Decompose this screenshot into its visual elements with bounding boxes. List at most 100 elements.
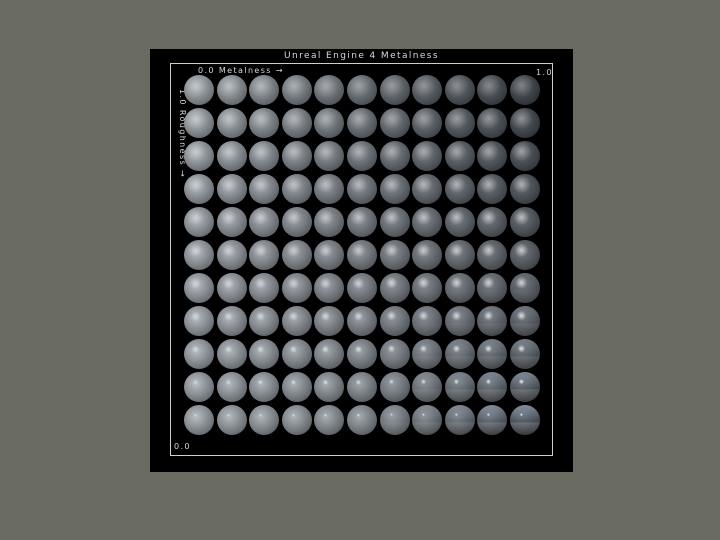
- material-sphere: [281, 372, 312, 402]
- material-sphere: [281, 306, 312, 336]
- material-sphere: [379, 108, 410, 138]
- material-sphere: [347, 339, 377, 369]
- material-sphere: [314, 405, 345, 435]
- material-sphere: [444, 339, 475, 369]
- material-sphere: [281, 174, 312, 204]
- material-sphere: [444, 405, 475, 435]
- material-sphere: [281, 207, 312, 237]
- material-sphere: [184, 405, 214, 435]
- material-sphere: [314, 174, 345, 204]
- material-grid-figure: Unreal Engine 4 Metalness 0.0 Metalness …: [150, 49, 573, 472]
- material-sphere: [444, 207, 475, 237]
- material-sphere: [379, 141, 410, 171]
- material-sphere: [347, 306, 377, 336]
- material-sphere: [412, 174, 443, 204]
- material-sphere: [347, 240, 377, 270]
- material-sphere: [510, 339, 540, 369]
- material-sphere: [249, 207, 280, 237]
- material-sphere: [510, 405, 540, 435]
- material-sphere: [379, 339, 410, 369]
- material-sphere: [216, 108, 247, 138]
- material-sphere: [347, 141, 377, 171]
- material-sphere: [216, 207, 247, 237]
- material-sphere: [477, 405, 508, 435]
- material-sphere: [379, 207, 410, 237]
- material-sphere: [314, 240, 345, 270]
- material-sphere: [216, 273, 247, 303]
- material-sphere: [444, 240, 475, 270]
- material-sphere: [249, 273, 280, 303]
- material-sphere: [184, 174, 214, 204]
- material-sphere: [379, 306, 410, 336]
- material-sphere: [444, 174, 475, 204]
- material-sphere: [510, 306, 540, 336]
- material-sphere: [249, 108, 280, 138]
- sphere-grid: [184, 75, 544, 441]
- material-sphere: [412, 108, 443, 138]
- material-sphere: [281, 273, 312, 303]
- material-sphere: [216, 174, 247, 204]
- material-sphere: [412, 207, 443, 237]
- material-sphere: [184, 240, 214, 270]
- material-sphere: [314, 75, 345, 105]
- material-sphere: [249, 174, 280, 204]
- material-sphere: [477, 75, 508, 105]
- material-sphere: [314, 141, 345, 171]
- material-sphere: [477, 306, 508, 336]
- material-sphere: [216, 306, 247, 336]
- material-sphere: [379, 273, 410, 303]
- material-sphere: [510, 273, 540, 303]
- material-sphere: [281, 75, 312, 105]
- material-sphere: [477, 174, 508, 204]
- material-sphere: [379, 372, 410, 402]
- material-sphere: [347, 174, 377, 204]
- roughness-axis-min: 0.0: [174, 442, 191, 451]
- material-sphere: [216, 141, 247, 171]
- material-sphere: [347, 372, 377, 402]
- material-sphere: [314, 306, 345, 336]
- material-sphere: [249, 405, 280, 435]
- material-sphere: [412, 240, 443, 270]
- material-sphere: [444, 75, 475, 105]
- material-sphere: [184, 306, 214, 336]
- material-sphere: [347, 108, 377, 138]
- material-sphere: [184, 75, 214, 105]
- material-sphere: [249, 75, 280, 105]
- material-sphere: [249, 141, 280, 171]
- material-sphere: [249, 339, 280, 369]
- material-sphere: [347, 207, 377, 237]
- material-sphere: [444, 108, 475, 138]
- material-sphere: [444, 306, 475, 336]
- material-sphere: [184, 273, 214, 303]
- material-sphere: [249, 240, 280, 270]
- material-sphere: [249, 372, 280, 402]
- material-sphere: [412, 75, 443, 105]
- material-sphere: [184, 207, 214, 237]
- material-sphere: [281, 240, 312, 270]
- material-sphere: [379, 240, 410, 270]
- material-sphere: [412, 339, 443, 369]
- material-sphere: [281, 339, 312, 369]
- material-sphere: [510, 75, 540, 105]
- material-sphere: [347, 75, 377, 105]
- material-sphere: [314, 339, 345, 369]
- material-sphere: [281, 405, 312, 435]
- material-sphere: [379, 174, 410, 204]
- material-sphere: [444, 273, 475, 303]
- material-sphere: [477, 240, 508, 270]
- material-sphere: [510, 108, 540, 138]
- material-sphere: [281, 141, 312, 171]
- material-sphere: [184, 108, 214, 138]
- material-sphere: [444, 141, 475, 171]
- material-sphere: [184, 339, 214, 369]
- material-sphere: [510, 207, 540, 237]
- material-sphere: [412, 273, 443, 303]
- material-sphere: [412, 372, 443, 402]
- material-sphere: [379, 405, 410, 435]
- material-sphere: [412, 405, 443, 435]
- material-sphere: [477, 339, 508, 369]
- material-sphere: [184, 141, 214, 171]
- material-sphere: [379, 75, 410, 105]
- material-sphere: [477, 108, 508, 138]
- material-sphere: [216, 240, 247, 270]
